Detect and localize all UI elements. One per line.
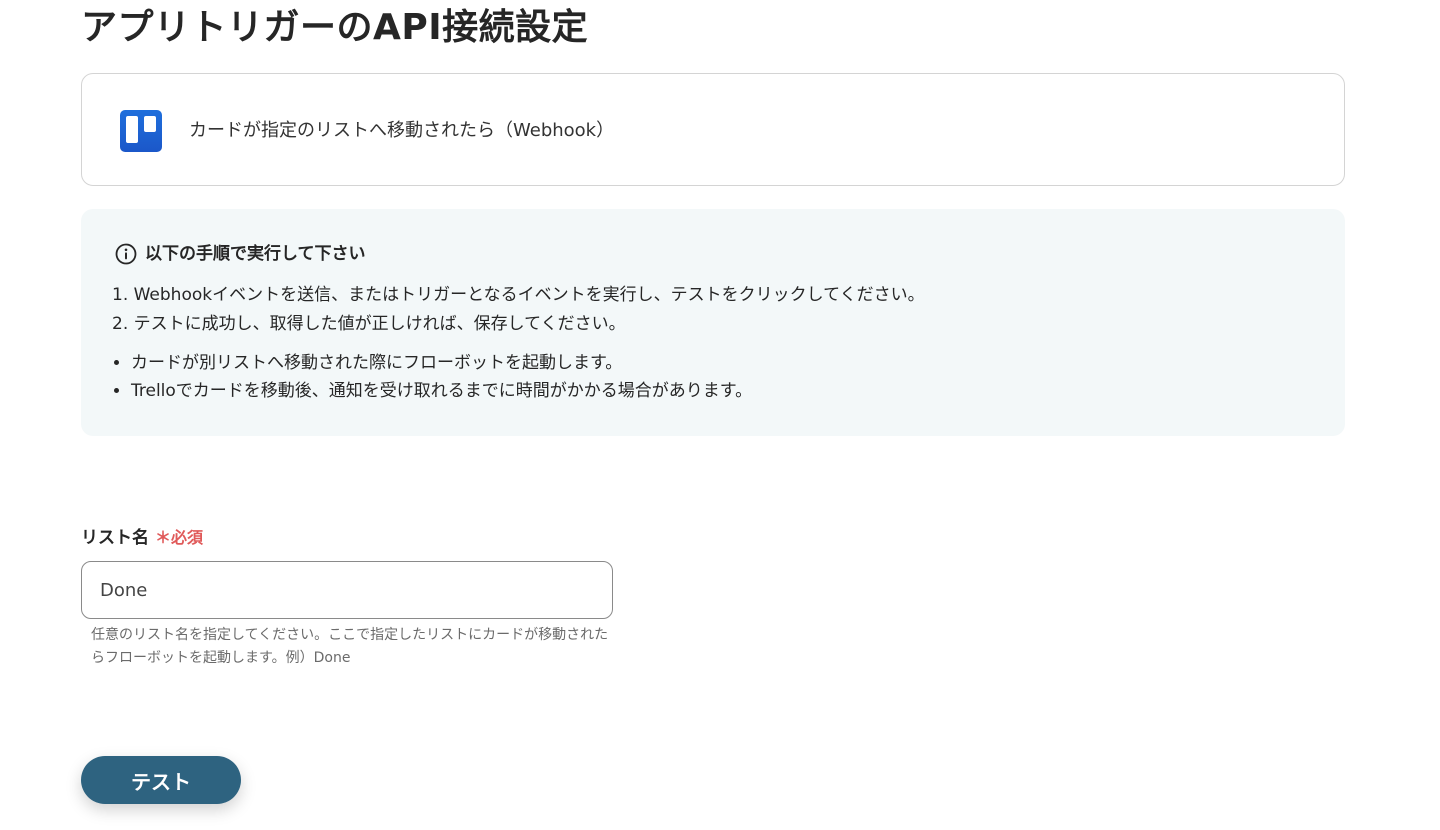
instruction-steps: 1. Webhookイベントを送信、またはトリガーとなるイベントを実行し、テスト… xyxy=(112,281,925,339)
page: アプリトリガーのAPI接続設定 カードが指定のリストへ移動されたら（Webhoo… xyxy=(0,0,1440,830)
list-name-help-text: 任意のリスト名を指定してください。ここで指定したリストにカードが移動されたらフロ… xyxy=(91,627,609,666)
instructions-heading: 以下の手順で実行して下さい xyxy=(115,242,366,266)
trello-logo-column-right xyxy=(144,116,156,132)
instructions-box: 以下の手順で実行して下さい 1. Webhookイベントを送信、またはトリガーと… xyxy=(81,209,1345,436)
page-title: アプリトリガーのAPI接続設定 xyxy=(81,7,589,48)
instruction-step: 2. テストに成功し、取得した値が正しければ、保存してください。 xyxy=(112,314,626,334)
instructions-heading-text: 以下の手順で実行して下さい xyxy=(145,244,366,264)
list-name-input[interactable] xyxy=(81,561,613,619)
required-badge: ＊必須 xyxy=(155,527,204,547)
instruction-note: カードが別リストへ移動された際にフローボットを起動します。 xyxy=(131,349,752,377)
instruction-notes: カードが別リストへ移動された際にフローボットを起動します。 Trelloでカード… xyxy=(131,349,752,405)
instruction-step: 1. Webhookイベントを送信、またはトリガーとなるイベントを実行し、テスト… xyxy=(112,285,925,305)
trigger-card: カードが指定のリストへ移動されたら（Webhook） xyxy=(81,73,1345,186)
trello-logo-icon xyxy=(120,110,162,152)
info-icon xyxy=(115,243,137,265)
test-button[interactable]: テスト xyxy=(81,756,241,804)
list-name-label-row: リスト名 ＊必須 xyxy=(81,523,204,549)
trello-logo-column-left xyxy=(126,116,138,143)
instruction-note: Trelloでカードを移動後、通知を受け取れるまでに時間がかかる場合があります。 xyxy=(131,377,752,405)
trigger-label: カードが指定のリストへ移動されたら（Webhook） xyxy=(189,120,615,141)
list-name-label: リスト名 xyxy=(81,528,149,548)
